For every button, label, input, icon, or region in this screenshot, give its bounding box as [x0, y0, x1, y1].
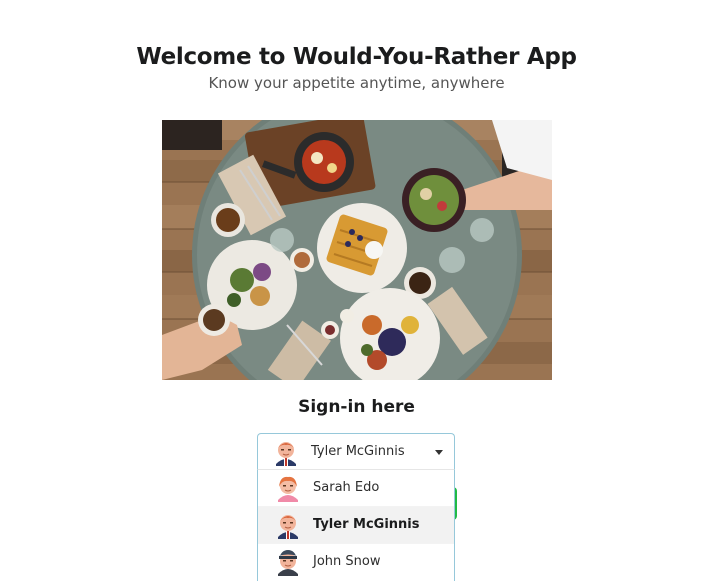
menu-item-john-snow[interactable]: John Snow [258, 544, 454, 580]
tyler-avatar-icon [272, 438, 300, 470]
menu-item-label: Tyler McGinnis [313, 517, 420, 532]
page-title: Welcome to Would-You-Rather App [136, 44, 577, 70]
signin-heading: Sign-in here [298, 397, 415, 417]
login-page: Welcome to Would-You-Rather App Know you… [0, 0, 713, 581]
dropdown-caret-icon[interactable] [435, 450, 443, 455]
sarah-avatar-icon [274, 474, 302, 506]
user-select-dropdown[interactable]: Tyler McGinnis [257, 433, 455, 470]
page-subtitle: Know your appetite anytime, anywhere [208, 74, 505, 92]
selected-user-label: Tyler McGinnis [311, 444, 405, 459]
hero-image [162, 120, 552, 380]
user-select-menu: Sarah Edo Tyler McGinnis John Snow [257, 470, 455, 581]
john-avatar-icon [274, 548, 302, 580]
tyler-avatar-icon [274, 511, 302, 543]
menu-item-sarah-edo[interactable]: Sarah Edo [258, 470, 454, 506]
menu-item-tyler-mcginnis[interactable]: Tyler McGinnis [258, 507, 454, 543]
menu-item-label: Sarah Edo [313, 480, 380, 495]
menu-item-label: John Snow [313, 554, 381, 569]
